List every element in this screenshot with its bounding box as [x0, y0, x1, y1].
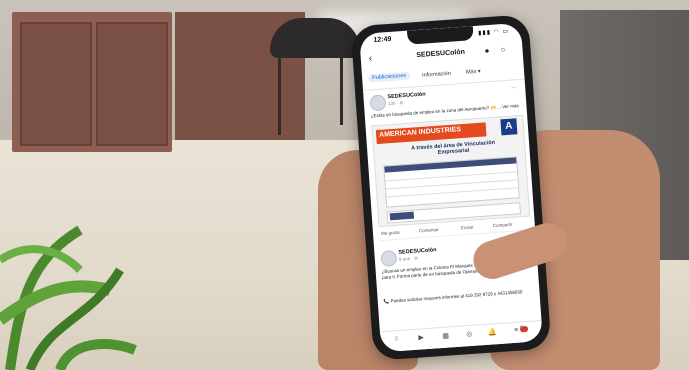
marketplace-icon[interactable]: ▦	[442, 332, 449, 340]
messenger-icon[interactable]: ●	[484, 46, 489, 55]
flyer-table-row	[386, 187, 519, 198]
chair-leg	[278, 55, 281, 135]
chair-seat	[270, 18, 360, 58]
post-contact-text: 📞 Puedes solicitar mayores informes al 4…	[383, 289, 523, 304]
avatar[interactable]	[369, 94, 387, 112]
plant	[0, 225, 137, 370]
post-image-flyer[interactable]: AMERICAN INDUSTRIES A A través del área …	[371, 114, 531, 228]
home-icon[interactable]: ⌂	[394, 335, 399, 342]
tab-informacion[interactable]: Información	[422, 71, 451, 79]
post-meta: 9 ene · ⊛	[398, 255, 419, 262]
flyer-subtitle: A través del área de Vinculación Empresa…	[410, 139, 496, 156]
status-icons: ▮▮▮ ◠ ▭	[477, 28, 510, 37]
smartphone: 12:49 ▮▮▮ ◠ ▭ ‹ SEDESUColón ● ○ Publicac…	[350, 14, 552, 361]
flyer-title: AMERICAN INDUSTRIES	[378, 126, 462, 139]
post-author[interactable]: SEDESUColón	[387, 92, 426, 101]
post-meta: 13h · ⊛	[387, 100, 404, 107]
video-icon[interactable]: ▶	[418, 333, 424, 341]
send-button[interactable]: Enviar	[461, 225, 474, 231]
photo-scene: 12:49 ▮▮▮ ◠ ▭ ‹ SEDESUColón ● ○ Publicac…	[0, 0, 689, 370]
post-card: SEDESUColón 13h · ⊛ ··· ¿Estás en búsque…	[369, 85, 531, 245]
status-time: 12:49	[373, 35, 392, 45]
menu-icon[interactable]: ≡	[514, 327, 519, 334]
phone-screen: 12:49 ▮▮▮ ◠ ▭ ‹ SEDESUColón ● ○ Publicac…	[359, 22, 543, 353]
avatar[interactable]	[380, 249, 398, 268]
tab-publicaciones[interactable]: Publicaciones	[367, 71, 411, 83]
flyer-contact-label	[389, 211, 415, 221]
tab-mas[interactable]: Más ▾	[466, 69, 481, 76]
company-logo-icon: A	[500, 118, 518, 136]
page-title: SEDESUColón	[416, 48, 466, 60]
chair-leg	[340, 55, 343, 125]
like-button[interactable]: Me gusta	[381, 230, 400, 236]
flyer-table	[383, 156, 520, 208]
share-button[interactable]: Compartir	[493, 222, 513, 228]
search-icon[interactable]: ○	[500, 45, 505, 54]
comment-button[interactable]: Comentar	[419, 227, 439, 233]
flyer-table-header	[384, 157, 517, 173]
back-arrow-icon[interactable]: ‹	[368, 53, 372, 64]
notification-badge: 9+	[519, 324, 529, 333]
bell-icon[interactable]: 🔔	[488, 328, 497, 337]
profile-icon[interactable]: ◎	[466, 330, 473, 338]
more-options-icon[interactable]: ···	[511, 85, 517, 91]
